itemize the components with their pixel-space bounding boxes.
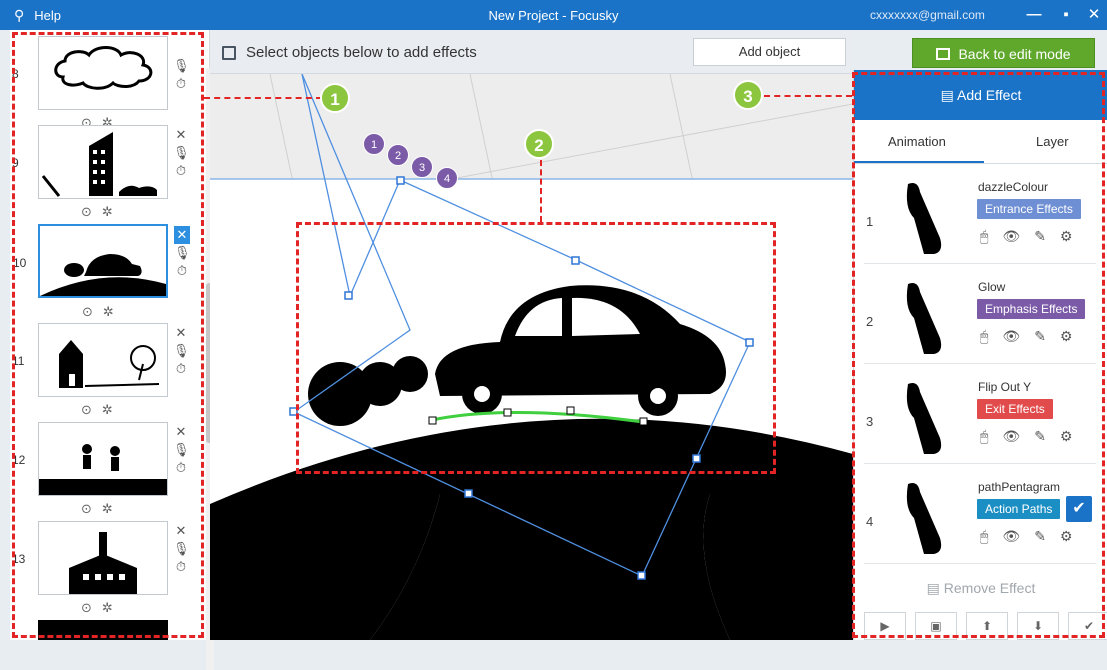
list-icon [222,45,236,60]
path-point-4[interactable]: 4 [436,167,458,189]
path-point-2[interactable]: 2 [387,144,409,166]
path-point-3[interactable]: 3 [411,156,433,178]
maximize-icon[interactable]: ▪ [1052,2,1080,28]
path-point-1[interactable]: 1 [363,133,385,155]
callout-line-3 [764,95,852,97]
back-to-edit-mode-button[interactable]: Back to edit mode [912,38,1095,68]
callout-box-thumbnails [12,32,204,638]
callout-line-2 [540,160,542,222]
callout-line-1 [204,97,322,99]
user-email[interactable]: cxxxxxxx@gmail.com [870,8,985,22]
hint-text: Select objects below to add effects [246,44,477,61]
close-icon[interactable]: ✕ [1080,2,1107,28]
callout-badge-1: 1 [320,83,350,113]
hint-text-row: Select objects below to add effects [222,44,477,61]
callout-box-canvas-object [296,222,776,474]
callout-badge-2: 2 [524,129,554,159]
callout-box-effect-panel [852,72,1105,638]
exit-icon [936,48,951,60]
add-object-button[interactable]: Add object [693,38,846,66]
effects-toolbar: Select objects below to add effects Add … [210,30,853,74]
callout-badge-3: 3 [733,80,763,110]
back-edit-label: Back to edit mode [958,46,1071,62]
title-bar: ⚲ Help New Project - Focusky cxxxxxxx@gm… [0,0,1107,30]
minimize-icon[interactable]: — [1020,2,1048,28]
